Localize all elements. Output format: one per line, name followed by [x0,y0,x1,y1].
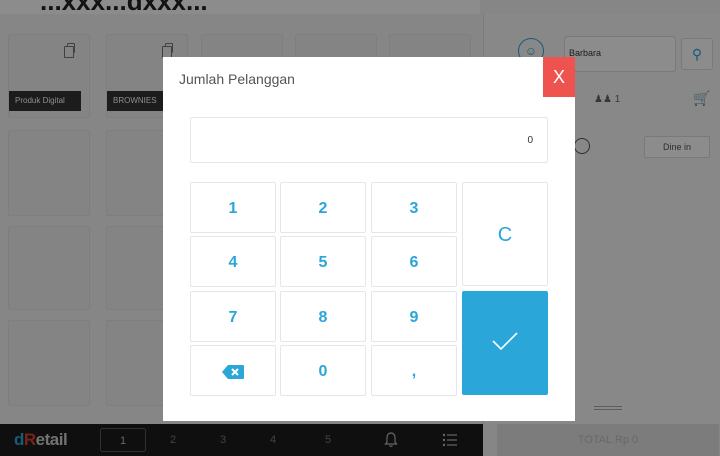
key-4[interactable]: 4 [190,236,276,287]
key-2[interactable]: 2 [280,182,366,233]
customer-count-dialog: Jumlah Pelanggan X 0 1 2 3 4 5 6 7 8 9 0… [163,57,575,421]
key-1[interactable]: 1 [190,182,276,233]
dialog-title: Jumlah Pelanggan [179,71,295,87]
backspace-button[interactable] [190,345,276,396]
key-9[interactable]: 9 [371,291,457,342]
key-3[interactable]: 3 [371,182,457,233]
clear-button[interactable]: C [462,182,548,286]
confirm-button[interactable] [462,291,548,395]
key-6[interactable]: 6 [371,236,457,287]
pos-screen: ...xxx...dxxx... Produk Digital BROWNIES… [0,0,720,456]
backspace-icon [222,364,244,379]
close-icon: X [552,67,565,87]
customer-count-display: 0 [190,117,548,163]
key-0[interactable]: 0 [280,345,366,396]
key-comma[interactable]: , [371,345,457,396]
key-7[interactable]: 7 [190,291,276,342]
key-5[interactable]: 5 [280,236,366,287]
key-8[interactable]: 8 [280,291,366,342]
check-icon [492,332,518,351]
close-button[interactable]: X [543,57,575,97]
